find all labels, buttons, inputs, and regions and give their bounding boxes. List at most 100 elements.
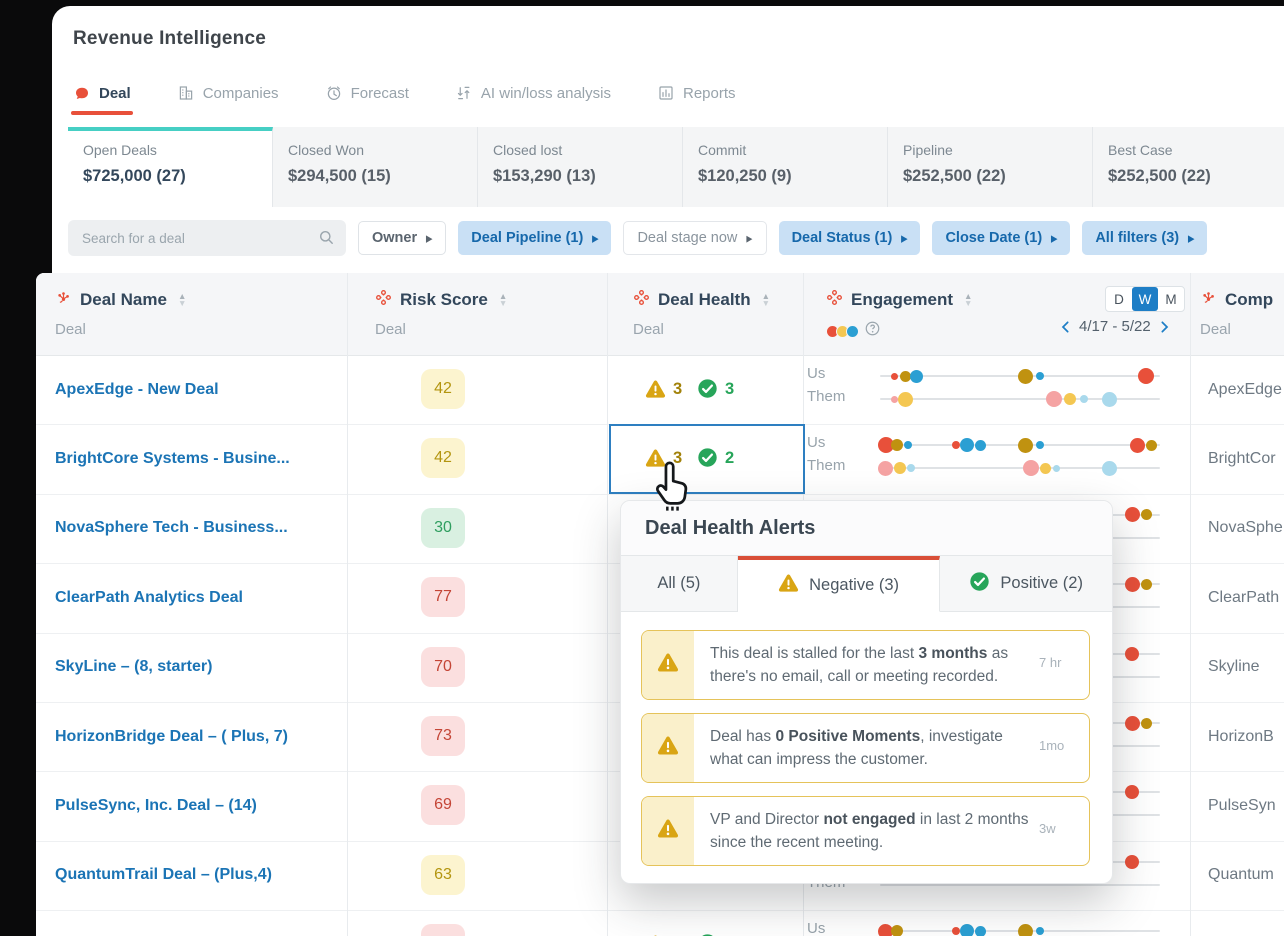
deal-name-link[interactable]: ClearPath Analytics Deal bbox=[55, 589, 243, 607]
nav-tab-label: Reports bbox=[682, 84, 736, 102]
column-header-deal-name[interactable]: Deal Name ▲ ▼ Deal bbox=[55, 289, 186, 338]
engagement-dot bbox=[959, 438, 974, 453]
column-label: Risk Score bbox=[400, 290, 488, 309]
engagement-dot bbox=[1080, 395, 1089, 403]
filter-bar: Owner▶ Deal Pipeline (1)▶ Deal stage now▶ D… bbox=[68, 220, 1208, 256]
engagement-dot bbox=[909, 369, 923, 383]
engagement-dot bbox=[890, 395, 898, 403]
sort-arrows[interactable]: ▲ ▼ bbox=[499, 292, 507, 308]
company-name: HorizonB bbox=[1208, 727, 1274, 745]
card-value: $294,500 (15) bbox=[288, 167, 391, 185]
companies-icon bbox=[177, 84, 195, 102]
engagement-dot bbox=[1018, 437, 1034, 453]
date-range-label: 4/17 - 5/22 bbox=[1079, 318, 1151, 335]
alert-card[interactable]: VP and Director not engaged in last 2 mo… bbox=[641, 796, 1090, 866]
engagement-dot bbox=[959, 924, 974, 936]
summary-card-pipeline[interactable]: Pipeline $252,500 (22) bbox=[888, 127, 1093, 207]
filter-label: Close Date (1) bbox=[945, 230, 1043, 246]
nav-tab-label: AI win/loss analysis bbox=[480, 84, 611, 102]
deal-name-link[interactable]: QuantumTrail Deal – (Plus,4) bbox=[55, 866, 272, 884]
sort-arrows[interactable]: ▲ ▼ bbox=[178, 292, 186, 308]
summary-card-closed-won[interactable]: Closed Won $294,500 (15) bbox=[273, 127, 478, 207]
warning-icon bbox=[657, 652, 679, 678]
column-header-risk-score[interactable]: Risk Score ▲ ▼ Deal bbox=[375, 289, 507, 338]
legend-dot bbox=[846, 324, 859, 338]
positive-alerts-icon[interactable] bbox=[697, 378, 718, 404]
table-row: ApexEdge - New Deal 42 3 3 Us Them ApexEdge bbox=[36, 355, 1284, 426]
column-header-deal-health[interactable]: Deal Health ▲ ▼ Deal bbox=[633, 289, 770, 338]
chevron-right-icon: ▶ bbox=[592, 232, 599, 244]
summary-card-open-deals[interactable]: Open Deals $725,000 (27) bbox=[68, 127, 273, 207]
period-option-w[interactable]: W bbox=[1132, 287, 1158, 311]
deal-name-link[interactable]: ApexEdge - New Deal bbox=[55, 381, 219, 399]
negative-alerts-icon[interactable] bbox=[645, 379, 666, 404]
them-label: Them bbox=[807, 388, 846, 405]
engagement-dot bbox=[975, 925, 987, 936]
card-value: $120,250 (9) bbox=[698, 167, 792, 185]
search-input[interactable] bbox=[68, 220, 346, 256]
sort-arrows[interactable]: ▲ ▼ bbox=[964, 292, 972, 308]
engagement-dot bbox=[1125, 785, 1139, 800]
screen: Revenue Intelligence Deal Companies Foreca… bbox=[0, 0, 1284, 936]
search-icon bbox=[317, 228, 336, 252]
tab-positive[interactable]: Positive (2) bbox=[940, 556, 1113, 612]
alert-strip bbox=[642, 714, 694, 782]
sprocket-icon bbox=[1200, 289, 1217, 311]
page-title: Revenue Intelligence bbox=[73, 28, 267, 49]
filter-close-date-1-[interactable]: Close Date (1) ▶ bbox=[932, 221, 1071, 255]
deal-name-link[interactable]: PulseSync, Inc. Deal – (14) bbox=[55, 797, 257, 815]
chevron-right-icon[interactable] bbox=[1156, 319, 1172, 335]
risk-score-badge: 42 bbox=[421, 369, 465, 409]
deal-name-link[interactable]: BrightCore Systems - Busine... bbox=[55, 450, 290, 468]
engagement-dot bbox=[1035, 372, 1044, 380]
engagement-dot bbox=[951, 927, 960, 936]
engagement-dot bbox=[1124, 576, 1140, 592]
nav-tab-companies[interactable]: Companies bbox=[177, 84, 279, 102]
chevron-left-icon[interactable] bbox=[1058, 319, 1074, 335]
nav-tab-reports[interactable]: Reports bbox=[657, 84, 736, 102]
nav-tab-deal[interactable]: Deal bbox=[71, 84, 133, 115]
alert-card[interactable]: This deal is stalled for the last 3 mont… bbox=[641, 630, 1090, 700]
risk-score-badge: 42 bbox=[421, 438, 465, 479]
engagement-dot bbox=[1102, 391, 1118, 407]
deal-name-link[interactable]: NovaSphere Tech - Business... bbox=[55, 519, 288, 537]
period-option-m[interactable]: M bbox=[1158, 287, 1184, 311]
engagement-dot bbox=[878, 460, 894, 476]
company-name: Quantum bbox=[1208, 866, 1274, 884]
risk-score-badge: 30 bbox=[421, 507, 465, 548]
filter-deal-stage-now[interactable]: Deal stage now ▶ bbox=[623, 221, 767, 255]
company-name: Skyline bbox=[1208, 658, 1260, 676]
us-label: Us bbox=[807, 365, 826, 382]
column-header-company[interactable]: Comp Deal bbox=[1200, 289, 1273, 338]
card-label: Commit bbox=[698, 142, 747, 158]
them-engagement-timeline bbox=[880, 467, 1160, 470]
filter-owner[interactable]: Owner ▶ bbox=[358, 221, 447, 255]
sort-arrows[interactable]: ▲ ▼ bbox=[762, 292, 770, 308]
filter-deal-status-1-[interactable]: Deal Status (1) ▶ bbox=[778, 221, 921, 255]
ai-icon bbox=[455, 84, 473, 102]
chevron-right-icon: ▶ bbox=[901, 232, 908, 244]
column-header-engagement[interactable]: Engagement ▲ ▼ bbox=[826, 289, 972, 342]
alert-text: Deal has 0 Positive Moments, investigate… bbox=[710, 728, 1003, 769]
summary-card-best-case[interactable]: Best Case $252,500 (22) bbox=[1093, 127, 1284, 207]
filter-all-filters-3-[interactable]: All filters (3) ▶ bbox=[1082, 221, 1208, 255]
column-divider bbox=[607, 273, 608, 936]
alert-card[interactable]: Deal has 0 Positive Moments, investigate… bbox=[641, 713, 1090, 783]
help-icon[interactable] bbox=[864, 320, 881, 342]
deal-name-link[interactable]: SkyLine – (8, starter) bbox=[55, 658, 212, 676]
engagement-dot bbox=[1125, 646, 1139, 661]
summary-card-commit[interactable]: Commit $120,250 (9) bbox=[683, 127, 888, 207]
summary-card-closed-lost[interactable]: Closed lost $153,290 (13) bbox=[478, 127, 683, 207]
filter-deal-pipeline-1-[interactable]: Deal Pipeline (1) ▶ bbox=[458, 221, 612, 255]
nav-tab-label: Companies bbox=[202, 84, 279, 102]
filter-chips: Owner ▶ Deal Pipeline (1) ▶ Deal stage now ▶ D… bbox=[358, 221, 1208, 255]
nav-tab-forecast[interactable]: Forecast bbox=[325, 84, 409, 102]
deal-name-link[interactable]: HorizonBridge Deal – ( Plus, 7) bbox=[55, 728, 288, 746]
period-option-d[interactable]: D bbox=[1106, 287, 1132, 311]
column-divider bbox=[347, 273, 348, 936]
legend-dots bbox=[826, 324, 859, 338]
tab-negative[interactable]: Negative (3) bbox=[737, 556, 941, 612]
nav-tab-ai-win-loss-analysis[interactable]: AI win/loss analysis bbox=[455, 84, 611, 102]
deal-icon bbox=[73, 84, 91, 102]
tab-all[interactable]: All (5) bbox=[621, 556, 738, 612]
